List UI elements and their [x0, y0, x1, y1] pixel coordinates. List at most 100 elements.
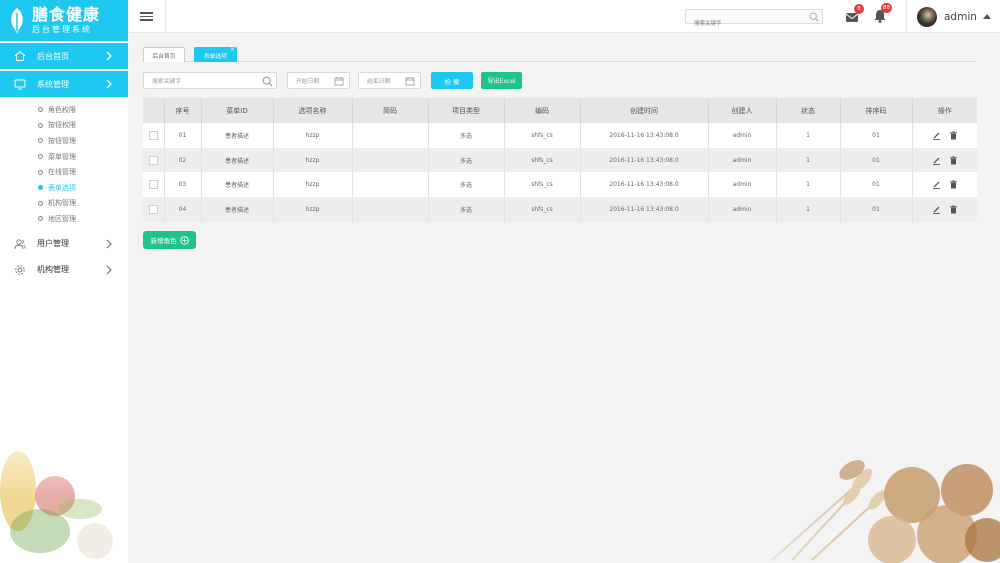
column-header[interactable]: 简码 — [352, 98, 429, 123]
calendar-icon — [405, 77, 415, 86]
search-button[interactable]: 检 索 — [431, 72, 473, 89]
trash-icon[interactable] — [949, 205, 958, 214]
cell-enc: shfs_cs — [504, 197, 581, 222]
edit-icon[interactable] — [932, 156, 941, 165]
submenu-item-active[interactable]: 表单选项 — [38, 180, 128, 196]
cell-actions — [912, 172, 977, 197]
calendar-icon — [334, 77, 344, 86]
cell-time: 2016-11-16 13:43:08.0 — [580, 172, 709, 198]
row-checkbox[interactable] — [148, 180, 158, 190]
sidebar-item-home[interactable]: 后台首页 — [0, 43, 128, 69]
submenu-item[interactable]: 角色权限 — [38, 102, 128, 118]
row-checkbox[interactable] — [148, 155, 158, 165]
edit-icon[interactable] — [932, 131, 941, 140]
cell-sort: 01 — [840, 172, 913, 198]
cell-no: 02 — [164, 147, 202, 173]
submenu-label: 按钮管理 — [48, 136, 76, 145]
export-excel-button[interactable]: 导出Excel — [481, 72, 522, 89]
top-search-input[interactable] — [686, 17, 801, 31]
plus-circle-icon — [179, 235, 189, 245]
trash-icon[interactable] — [949, 155, 958, 165]
bullet-icon — [38, 107, 43, 113]
cell-type: 多选 — [428, 123, 505, 148]
submenu-label: 按钮权限 — [48, 121, 76, 130]
column-header[interactable]: 编码 — [504, 98, 581, 123]
cell-code — [352, 172, 429, 198]
column-header[interactable]: 创建时间 — [580, 98, 709, 123]
sidebar-item-users[interactable]: 用户管理 — [0, 231, 128, 257]
username: admin — [944, 10, 977, 23]
cell-creator: admin — [708, 123, 777, 148]
brand-subtitle: 后台管理系统 — [32, 25, 92, 34]
cell-type: 多选 — [428, 147, 505, 173]
column-header[interactable]: 创建人 — [708, 98, 777, 123]
edit-icon[interactable] — [932, 205, 941, 214]
column-header[interactable]: 状态 — [776, 98, 841, 123]
bullet-icon — [38, 154, 43, 160]
cell-name: hzzp — [273, 197, 353, 222]
start-date-field[interactable]: 开始日期 — [287, 72, 350, 89]
add-role-button[interactable]: 新增角色 — [143, 231, 196, 249]
header-select — [143, 98, 165, 123]
keyword-search-field[interactable]: 搜索关键字 — [143, 72, 277, 89]
sidebar-item-label: 机构管理 — [37, 265, 69, 275]
submenu-label: 菜单管理 — [48, 152, 76, 161]
trash-icon[interactable] — [949, 131, 958, 140]
bullet-icon — [38, 216, 43, 222]
keyword-placeholder: 搜索关键字 — [152, 79, 181, 85]
end-date-field[interactable]: 结束日期 — [358, 72, 421, 89]
tab-home[interactable]: 后台首页 — [143, 47, 185, 62]
cell-type: 多选 — [428, 197, 505, 222]
mail-button[interactable]: 6 — [844, 4, 864, 29]
cell-status: 1 — [776, 197, 841, 222]
row-checkbox[interactable] — [148, 204, 158, 214]
cell-sort: 01 — [840, 197, 913, 222]
table-row: 04 患者描述 hzzp 多选 shfs_cs 2016-11-16 13:43… — [143, 197, 977, 222]
tab-form-options[interactable]: 表单选项 × — [194, 46, 237, 62]
submenu-label: 地区管理 — [48, 214, 76, 223]
submenu-item[interactable]: 菜单管理 — [38, 149, 128, 165]
bullet-icon — [38, 200, 43, 206]
start-date-placeholder: 开始日期 — [296, 79, 320, 85]
mail-badge: 6 — [854, 4, 864, 14]
monitor-icon — [14, 79, 26, 90]
bullet-icon — [38, 122, 43, 128]
search-icon[interactable] — [262, 76, 273, 87]
cell-creator: admin — [708, 197, 777, 222]
cell-no: 01 — [164, 123, 202, 148]
brand-title: 膳食健康 — [32, 5, 101, 24]
search-icon[interactable] — [809, 12, 819, 22]
menu-toggle-button[interactable] — [128, 0, 166, 33]
cell-menu: 患者描述 — [201, 147, 274, 173]
close-icon[interactable]: × — [230, 46, 235, 53]
column-header[interactable]: 排序码 — [840, 98, 913, 123]
sidebar-item-system[interactable]: 系统管理 — [0, 71, 128, 97]
tab-label: 后台首页 — [152, 53, 176, 60]
submenu-item[interactable]: 机构管理 — [38, 196, 128, 212]
bullet-icon — [38, 138, 43, 144]
home-icon — [14, 50, 26, 61]
column-header[interactable]: 项目类型 — [428, 98, 505, 123]
sidebar-item-org[interactable]: 机构管理 — [0, 257, 128, 283]
caret-up-icon — [982, 14, 991, 19]
cell-creator: admin — [708, 147, 777, 173]
cell-status: 1 — [776, 172, 841, 198]
bell-badge: 88 — [881, 3, 892, 13]
submenu-item[interactable]: 在线管理 — [38, 164, 128, 180]
cell-code — [352, 197, 429, 222]
cell-time: 2016-11-16 13:43:08.0 — [580, 197, 709, 222]
edit-icon[interactable] — [932, 180, 941, 190]
notification-button[interactable]: 88 — [872, 3, 892, 28]
cell-actions — [912, 147, 977, 173]
row-checkbox[interactable] — [148, 130, 158, 140]
submenu-item[interactable]: 按钮权限 — [38, 118, 128, 134]
submenu-item[interactable]: 地区管理 — [38, 211, 128, 227]
column-header[interactable]: 选项名称 — [273, 98, 353, 123]
table-row: 02 患者描述 hzzp 多选 shfs_cs 2016-11-16 13:43… — [143, 147, 977, 173]
column-header[interactable]: 序号 — [164, 98, 202, 123]
column-header[interactable]: 菜单ID — [201, 98, 274, 123]
user-menu[interactable]: admin — [906, 0, 1000, 33]
trash-icon[interactable] — [949, 180, 958, 189]
submenu-label: 机构管理 — [48, 199, 76, 208]
submenu-item[interactable]: 按钮管理 — [38, 133, 128, 149]
